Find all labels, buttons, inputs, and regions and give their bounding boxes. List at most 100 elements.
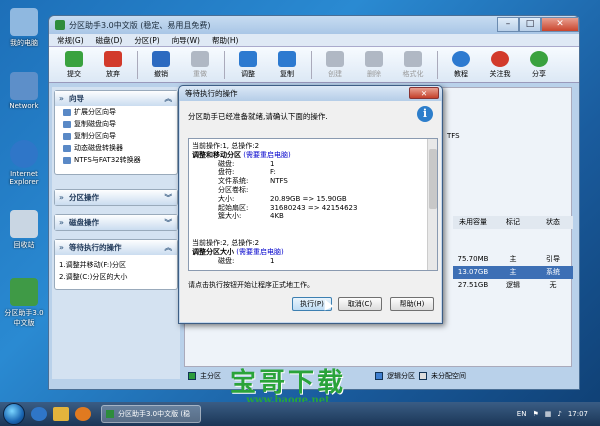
- toolbar-separator: [311, 50, 312, 79]
- cancel-button[interactable]: 取消(C): [338, 297, 382, 311]
- minimize-button[interactable]: –: [497, 17, 519, 32]
- desktop-icon-network[interactable]: Network: [4, 72, 44, 110]
- dialog-message: 分区助手已经准备就绪,请确认下面的操作.: [188, 112, 328, 121]
- menu-disk[interactable]: 磁盘(D): [96, 34, 123, 46]
- section-title: 等待执行的操作: [69, 243, 122, 252]
- op-field: 盘符: F:: [192, 168, 357, 177]
- redo-button[interactable]: 重做: [181, 50, 219, 79]
- wizard-copy-disk[interactable]: 复制磁盘向导: [55, 118, 177, 130]
- language-indicator[interactable]: EN: [517, 410, 527, 418]
- volume-icon[interactable]: ♪: [557, 410, 561, 418]
- operations-list[interactable]: 当前操作:1, 总操作:2 调整和移动分区 (需要重启电脑) 磁盘: 1 盘符: F…: [188, 138, 438, 271]
- partition-ops-header[interactable]: 分区操作 ︾: [55, 190, 177, 205]
- toolbar-label: 创建: [328, 69, 342, 78]
- op-restart-note: (需要重启电脑): [236, 247, 284, 256]
- wizard-extend-partition[interactable]: 扩展分区向导: [55, 106, 177, 118]
- tutorial-button[interactable]: 教程: [442, 50, 480, 79]
- share-button[interactable]: 分享: [520, 50, 558, 79]
- desktop-icon-partition-assistant[interactable]: 分区助手3.0中文版: [4, 278, 44, 328]
- menu-general[interactable]: 常规(G): [57, 34, 84, 46]
- start-button[interactable]: [3, 403, 25, 425]
- wizard-item-label: NTFS与FAT32转换器: [74, 156, 141, 164]
- primary-partition-swatch: [188, 372, 196, 380]
- field-value: 4KB: [270, 212, 284, 221]
- taskbar-app-button[interactable]: 分区助手3.0中文版 (稳定...: [101, 405, 201, 423]
- wizard-copy-partition[interactable]: 复制分区向导: [55, 130, 177, 142]
- disk-ops-header[interactable]: 磁盘操作 ︾: [55, 215, 177, 230]
- clock[interactable]: 17:07: [568, 410, 588, 418]
- dialog-close-button[interactable]: ✕: [409, 87, 439, 99]
- convert-icon: [63, 156, 71, 164]
- wizard-ntfs-fat32[interactable]: NTFS与FAT32转换器: [55, 154, 177, 166]
- menu-wizard[interactable]: 向导(W): [172, 34, 200, 46]
- dialog-titlebar[interactable]: 等待执行的操作 ✕: [179, 86, 442, 101]
- menu-help[interactable]: 帮助(H): [212, 34, 239, 46]
- scrollbar-thumb[interactable]: [429, 149, 437, 209]
- desktop-icon-recycle[interactable]: 回收站: [4, 210, 44, 250]
- section-title: 分区操作: [69, 193, 99, 202]
- flag-icon[interactable]: ⚑: [532, 410, 538, 418]
- legend-unallocated: 未分配空间: [431, 372, 466, 380]
- expand-icon: ︾: [164, 218, 173, 227]
- op-field: 分区卷标:: [192, 186, 357, 195]
- partition-ops-section: 分区操作 ︾: [54, 189, 178, 206]
- table-row[interactable]: 75.70MB 主 引导: [453, 253, 573, 266]
- weibo-icon: [491, 50, 509, 67]
- pending-op-item[interactable]: 2.调整(C:)分区的大小: [55, 271, 177, 283]
- table-row[interactable]: 13.07GB 主 系统: [453, 266, 573, 279]
- pending-ops-header[interactable]: 等待执行的操作 ︽: [55, 240, 177, 255]
- copy-button[interactable]: 复制: [268, 50, 306, 79]
- cell: 27.51GB: [457, 281, 489, 289]
- left-panel: 向导 ︽ 扩展分区向导 复制磁盘向导 复制分区向导 动态磁盘转换器 NTFS与FA…: [52, 87, 180, 379]
- delete-button[interactable]: 删除: [355, 50, 393, 79]
- maximize-button[interactable]: □: [519, 17, 541, 32]
- op-field: 磁盘: 1: [192, 160, 357, 169]
- toolbar-label: 提交: [67, 69, 81, 78]
- watermark-text: 宝哥下载: [230, 368, 347, 398]
- follow-button[interactable]: 关注我: [481, 50, 519, 79]
- format-button[interactable]: 格式化: [394, 50, 432, 79]
- checkmark-icon: [65, 50, 83, 67]
- network-icon[interactable]: ▦: [545, 410, 552, 418]
- toolbar-label: 撤销: [154, 69, 168, 78]
- expand-icon: ︾: [164, 193, 173, 202]
- field-value: NTFS: [270, 177, 288, 186]
- redo-icon: [191, 50, 209, 67]
- cell: 主: [509, 268, 517, 276]
- table-row[interactable]: 27.51GB 逻辑 无: [453, 279, 573, 292]
- help-button[interactable]: 帮助(H): [390, 297, 434, 311]
- desktop-icon-ie[interactable]: Internet Explorer: [4, 140, 44, 186]
- desktop-icon-label: Network: [9, 102, 39, 110]
- op-title: 调整和移动分区: [192, 150, 241, 159]
- create-icon: [326, 50, 344, 67]
- dialog-footer-text: 请点击执行按钮开始让程序正式地工作。: [188, 281, 314, 289]
- commit-button[interactable]: 提交: [55, 50, 93, 79]
- resize-button[interactable]: 调整: [229, 50, 267, 79]
- undo-button[interactable]: 撤销: [142, 50, 180, 79]
- toolbar-label: 分享: [532, 69, 546, 78]
- menu-partition[interactable]: 分区(P): [134, 34, 159, 46]
- op-restart-note: (需要重启电脑): [243, 150, 291, 159]
- wizard-dynamic-disk[interactable]: 动态磁盘转换器: [55, 142, 177, 154]
- desktop-icon-computer[interactable]: 我的电脑: [4, 8, 44, 48]
- unallocated-swatch: [419, 372, 427, 380]
- pending-op-item[interactable]: 1.调整并移动(F:)分区: [55, 259, 177, 271]
- disk-ops-section: 磁盘操作 ︾: [54, 214, 178, 231]
- delete-icon: [365, 50, 383, 67]
- window-titlebar[interactable]: 分区助手3.0中文版 (稳定、易用且免费) – □ ✕: [49, 16, 579, 34]
- close-button[interactable]: ✕: [541, 17, 579, 32]
- app-icon: [55, 20, 65, 30]
- field-key: 盘符:: [218, 168, 235, 177]
- explorer-quicklaunch-icon[interactable]: [53, 407, 69, 421]
- list-scrollbar[interactable]: [427, 139, 437, 270]
- op-header: 当前操作:2, 总操作:2: [192, 239, 260, 247]
- toolbar-label: 放弃: [106, 69, 120, 78]
- table-header: 未用容量 标记 状态: [453, 216, 573, 229]
- partition-icon: [63, 132, 71, 140]
- media-quicklaunch-icon[interactable]: [75, 407, 91, 421]
- create-button[interactable]: 创建: [316, 50, 354, 79]
- wizard-section-header[interactable]: 向导 ︽: [55, 91, 177, 106]
- discard-button[interactable]: 放弃: [94, 50, 132, 79]
- undo-icon: [152, 50, 170, 67]
- ie-quicklaunch-icon[interactable]: [31, 407, 47, 421]
